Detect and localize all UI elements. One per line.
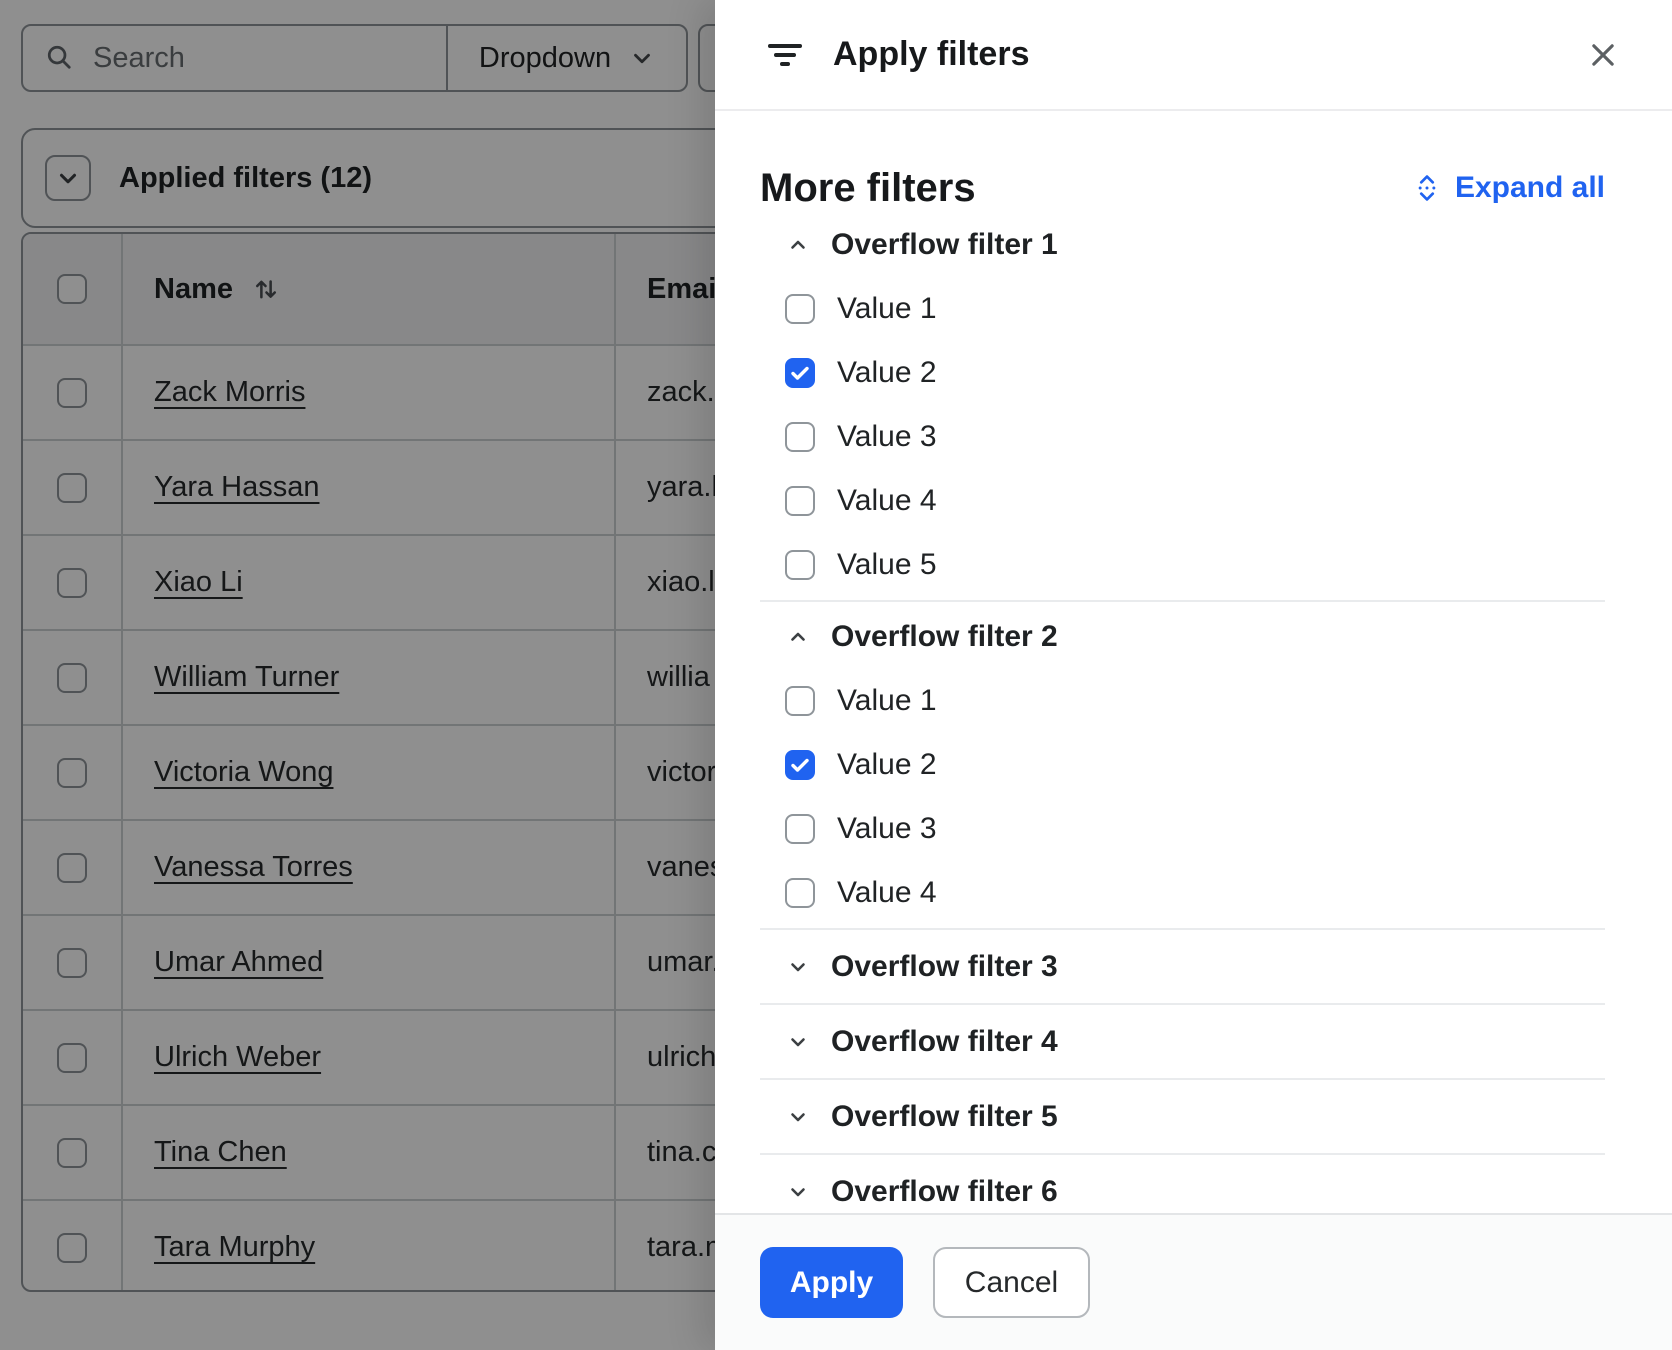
section-divider [760,928,1605,930]
close-button[interactable] [1580,32,1626,78]
section-divider [760,600,1605,602]
filter-option[interactable]: Value 3 [760,797,1605,861]
filter-option[interactable]: Value 5 [760,533,1605,597]
filter-section-label: Overflow filter 4 [831,1025,1058,1059]
checkbox-unchecked[interactable] [785,814,815,844]
more-filters-header: More filters Expand all [760,163,1605,213]
filter-option[interactable]: Value 1 [760,277,1605,341]
checkbox-unchecked[interactable] [785,686,815,716]
checkbox-checked[interactable] [785,358,815,388]
filter-section-toggle[interactable]: Overflow filter 4 [760,1008,1605,1075]
chevron-down-icon [786,1105,810,1129]
filter-section-label: Overflow filter 6 [831,1175,1058,1209]
filter-option-label: Value 5 [837,548,937,582]
filter-option-label: Value 4 [837,484,937,518]
checkbox-unchecked[interactable] [785,486,815,516]
panel-footer: Apply Cancel [715,1213,1672,1350]
checkbox-unchecked[interactable] [785,550,815,580]
filter-option[interactable]: Value 4 [760,861,1605,925]
filter-option[interactable]: Value 3 [760,405,1605,469]
filter-section-label: Overflow filter 5 [831,1100,1058,1134]
filter-option-label: Value 4 [837,876,937,910]
filter-section-label: Overflow filter 3 [831,950,1058,984]
chevron-down-icon [786,955,810,979]
filter-section-toggle[interactable]: Overflow filter 1 [760,213,1605,277]
close-icon [1586,38,1620,72]
filter-option[interactable]: Value 2 [760,341,1605,405]
chevron-up-icon [786,233,810,257]
chevron-down-icon [786,1180,810,1204]
filter-option[interactable]: Value 4 [760,469,1605,533]
apply-filters-panel: Apply filters More filters [715,0,1672,1350]
more-filters-title: More filters [760,166,976,211]
filter-option-label: Value 1 [837,292,937,326]
apply-button[interactable]: Apply [760,1247,903,1318]
filter-option-label: Value 3 [837,812,937,846]
filter-option-label: Value 1 [837,684,937,718]
checkbox-checked[interactable] [785,750,815,780]
filter-option-label: Value 2 [837,356,937,390]
filter-option[interactable]: Value 1 [760,669,1605,733]
chevron-down-icon [786,1030,810,1054]
filter-section-toggle[interactable]: Overflow filter 5 [760,1083,1605,1150]
section-divider [760,1153,1605,1155]
filter-section-label: Overflow filter 1 [831,228,1058,262]
filter-option[interactable]: Value 2 [760,733,1605,797]
filter-option-label: Value 2 [837,748,937,782]
expand-all-icon [1413,172,1441,204]
expand-all-label: Expand all [1455,171,1605,205]
panel-title: Apply filters [833,35,1029,74]
section-divider [760,1078,1605,1080]
expand-all-button[interactable]: Expand all [1413,171,1605,205]
chevron-up-icon [786,625,810,649]
section-divider [760,1003,1605,1005]
filter-section-toggle[interactable]: Overflow filter 2 [760,605,1605,669]
panel-body: More filters Expand all [715,111,1672,1213]
filter-section-label: Overflow filter 2 [831,620,1058,654]
filter-section-toggle[interactable]: Overflow filter 3 [760,933,1605,1000]
filter-option-label: Value 3 [837,420,937,454]
filter-icon [765,37,805,73]
panel-header: Apply filters [715,0,1672,111]
checkbox-unchecked[interactable] [785,294,815,324]
filter-section-toggle[interactable]: Overflow filter 6 [760,1158,1605,1213]
checkbox-unchecked[interactable] [785,422,815,452]
app-root: Dropdown Applied filters (12) Nam [0,0,1672,1350]
checkbox-unchecked[interactable] [785,878,815,908]
cancel-button[interactable]: Cancel [933,1247,1090,1318]
